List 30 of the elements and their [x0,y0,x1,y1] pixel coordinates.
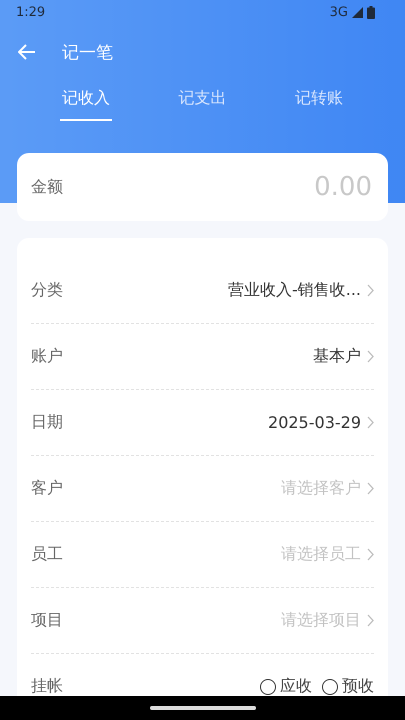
chevron-right-icon [367,416,374,429]
select-field[interactable]: 营业收入-销售收... [228,280,374,301]
tab[interactable]: 记收入 [60,80,112,121]
select-field[interactable]: 请选择客户 [281,478,374,499]
field-label: 项目 [31,610,63,631]
select-field[interactable]: 基本户 [313,346,374,367]
chevron-right-icon [367,350,374,363]
chevron-right-icon [367,482,374,495]
field-label: 日期 [31,412,63,433]
field-label: 挂帐 [31,676,63,697]
field-label: 员工 [31,544,63,565]
tab[interactable]: 记支出 [176,80,228,121]
select-field[interactable]: 2025-03-29 [268,413,374,432]
field-label: 客户 [31,478,63,499]
tab[interactable]: 记转账 [292,80,345,121]
chevron-right-icon [367,548,374,561]
home-handle[interactable] [150,706,256,710]
select-field[interactable]: 请选择项目 [281,610,374,631]
page-title: 记一笔 [62,42,113,64]
back-arrow-icon[interactable] [18,44,36,60]
field-label: 账户 [31,346,63,367]
select-field[interactable]: 请选择员工 [281,544,374,565]
signal-icon [352,6,363,18]
amount-label: 金额 [31,176,63,198]
status-time: 1:29 [16,4,46,20]
network-type: 3G [330,4,348,20]
chevron-right-icon [367,284,374,297]
chevron-right-icon [367,614,374,627]
battery-icon [367,6,375,18]
field-label: 分类 [31,280,63,301]
